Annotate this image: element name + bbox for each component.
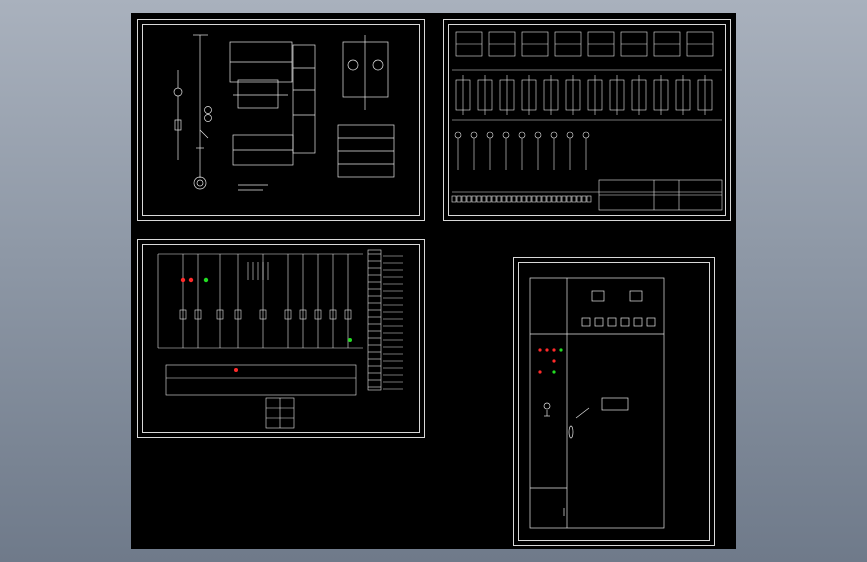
control-circuit-drawing bbox=[157, 249, 403, 429]
meter-icon bbox=[591, 290, 643, 302]
cad-model-space[interactable] bbox=[131, 13, 736, 549]
cabinet-front-elevation-sheet[interactable] bbox=[513, 257, 715, 546]
panel-wiring-sheet[interactable] bbox=[443, 19, 731, 221]
primary-circuit-drawing bbox=[173, 34, 395, 191]
cabinet-elevation-drawing bbox=[529, 277, 665, 529]
switch-handle-icon bbox=[543, 402, 590, 419]
panel-wiring-drawing bbox=[451, 31, 723, 211]
primary-circuit-sheet[interactable] bbox=[137, 19, 425, 221]
control-circuit-sheet[interactable] bbox=[137, 239, 425, 438]
indicator-lamp-icon bbox=[180, 277, 352, 372]
motor-symbol-icon bbox=[193, 176, 207, 190]
